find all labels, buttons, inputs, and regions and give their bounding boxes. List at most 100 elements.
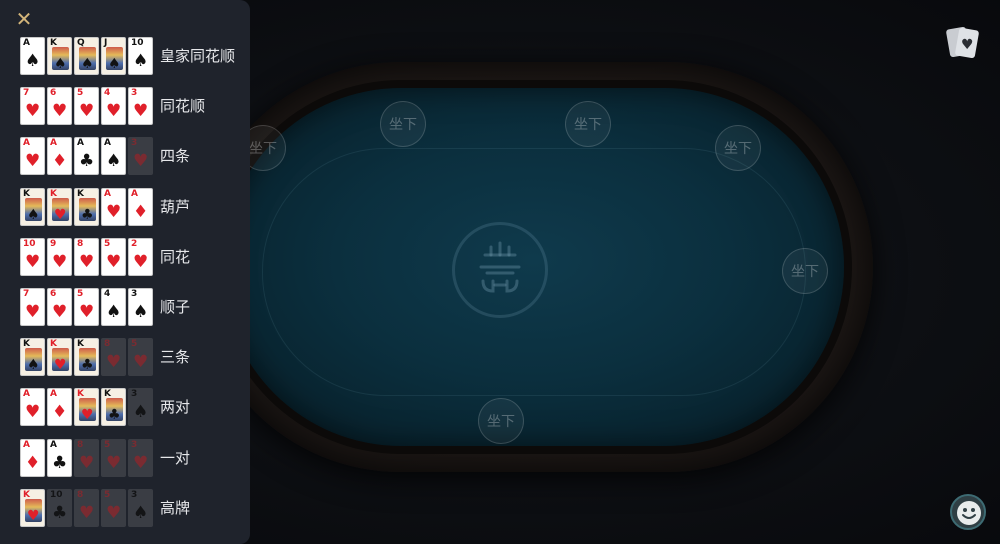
card-rank: A xyxy=(104,138,111,149)
card-suit-icon: ♥ xyxy=(79,101,95,122)
playing-card: Q ♠ xyxy=(74,37,99,75)
playing-card: 5 ♥ xyxy=(74,87,99,126)
card-suit-icon: ♦ xyxy=(52,151,68,172)
close-icon[interactable]: ✕ xyxy=(14,9,34,29)
card-suit-icon: ♥ xyxy=(133,352,149,373)
card-rank: K xyxy=(23,489,30,500)
card-suit-icon: ♦ xyxy=(52,402,68,423)
card-suit-icon: ♥ xyxy=(25,251,41,272)
hand-ranking-row: 7 ♥ 6 ♥ 5 ♥ 4 ♠ 3 ♠ 顺子 xyxy=(20,288,250,328)
card-rank: K xyxy=(50,38,57,48)
hand-ranking-row: 7 ♥ 6 ♥ 5 ♥ 4 ♥ 3 ♥ 同花顺 xyxy=(20,87,250,127)
seat-button[interactable]: 坐下 xyxy=(380,101,426,147)
card-rank: 8 xyxy=(77,489,84,500)
card-suit-icon: ♠ xyxy=(133,402,149,423)
playing-card: 10 ♣ xyxy=(47,488,72,527)
card-suit-icon: ♥ xyxy=(133,101,149,122)
cards-icon[interactable]: ♥ xyxy=(944,22,984,62)
hand-ranking-label: 同花 xyxy=(160,247,191,266)
card-suit-icon: ♥ xyxy=(52,302,68,322)
card-rank: 6 xyxy=(50,289,57,299)
card-rank: 4 xyxy=(104,88,111,99)
card-rank: K xyxy=(77,339,84,350)
hand-rankings-panel: ✕ A ♠ K ♠ Q ♠ J ♠ 10 ♠ 皇家同花顺 7 ♥ 6 ♥ 5 ♥ 4 ♥ 3 ♥ 同花顺 A ♥ A ♦ A ♣ A ♠ 3… xyxy=(0,0,250,544)
card-suit-icon: ♣ xyxy=(52,502,68,523)
seat-button[interactable]: 坐下 xyxy=(565,101,611,147)
smiley-icon[interactable] xyxy=(950,494,986,530)
card-rank: 8 xyxy=(77,439,84,450)
card-suit-icon: ♠ xyxy=(81,56,94,72)
card-suit-icon: ♥ xyxy=(79,502,95,523)
playing-card: 5 ♥ xyxy=(128,338,153,377)
card-rank: A xyxy=(23,138,30,149)
card-suit-icon: ♥ xyxy=(106,251,122,272)
seat-button[interactable]: 坐下 xyxy=(782,248,828,294)
playing-card: 4 ♠ xyxy=(101,288,126,326)
playing-card: A ♦ xyxy=(47,388,72,427)
playing-card: 3 ♠ xyxy=(128,488,153,527)
card-suit-icon: ♥ xyxy=(133,151,149,172)
card-suit-icon: ♥ xyxy=(25,302,41,322)
hand-ranking-label: 同花顺 xyxy=(160,97,206,116)
card-suit-icon: ♥ xyxy=(27,507,40,524)
card-suit-icon: ♥ xyxy=(54,357,67,374)
card-rank: K xyxy=(23,339,30,350)
card-suit-icon: ♥ xyxy=(54,206,67,223)
card-suit-icon: ♠ xyxy=(27,357,40,374)
playing-card: 3 ♠ xyxy=(128,288,153,326)
hand-ranking-label: 一对 xyxy=(160,448,191,467)
card-rank: K xyxy=(77,188,84,199)
card-rank: 3 xyxy=(131,389,138,400)
card-suit-icon: ♥ xyxy=(25,151,41,172)
playing-card: 8 ♥ xyxy=(101,338,126,377)
playing-card: A ♠ xyxy=(101,137,126,176)
card-rank: 5 xyxy=(77,289,84,299)
card-suit-icon: ♥ xyxy=(81,407,94,424)
card-rank: 3 xyxy=(131,289,138,299)
playing-card: 5 ♥ xyxy=(74,288,99,326)
card-rank: 3 xyxy=(131,439,138,450)
card-rank: K xyxy=(50,188,57,199)
hand-ranking-row: A ♠ K ♠ Q ♠ J ♠ 10 ♠ 皇家同花顺 xyxy=(20,37,250,77)
card-rank: K xyxy=(104,389,111,400)
playing-card: 8 ♥ xyxy=(74,237,99,276)
hand-ranking-row: K ♠ K ♥ K ♣ 8 ♥ 5 ♥ 三条 xyxy=(20,338,250,378)
playing-card: J ♠ xyxy=(101,37,126,75)
hand-ranking-row: 10 ♥ 9 ♥ 8 ♥ 5 ♥ 2 ♥ 同花 xyxy=(20,237,250,278)
card-rank: 8 xyxy=(104,339,111,350)
playing-card: A ♦ xyxy=(20,438,45,477)
playing-card: 5 ♥ xyxy=(101,438,126,477)
card-suit-icon: ♣ xyxy=(79,151,95,172)
playing-card: 7 ♥ xyxy=(20,87,45,126)
card-suit-icon: ♥ xyxy=(25,101,41,122)
seat-button[interactable]: 坐下 xyxy=(715,125,761,171)
card-rank: 7 xyxy=(23,289,30,299)
card-suit-icon: ♠ xyxy=(106,151,122,172)
card-rank: A xyxy=(131,188,138,199)
playing-card: K ♠ xyxy=(20,187,45,226)
card-suit-icon: ♣ xyxy=(81,206,94,223)
card-rank: A xyxy=(23,389,30,400)
card-suit-icon: ♦ xyxy=(133,201,149,222)
card-rank: Q xyxy=(77,38,85,48)
playing-card: 3 ♥ xyxy=(128,137,153,176)
playing-card: 3 ♠ xyxy=(128,388,153,427)
playing-card: K ♠ xyxy=(20,338,45,377)
card-rank: 3 xyxy=(131,138,138,149)
playing-card: 8 ♥ xyxy=(74,438,99,477)
playing-card: A ♠ xyxy=(20,37,45,75)
hand-ranking-row: K ♥ 10 ♣ 8 ♥ 5 ♥ 3 ♠ 高牌 xyxy=(20,488,250,529)
card-rank: 10 xyxy=(131,38,144,48)
seat-button[interactable]: 坐下 xyxy=(478,398,524,444)
card-suit-icon: ♠ xyxy=(27,206,40,223)
card-suit-icon: ♠ xyxy=(108,56,121,72)
playing-card: 5 ♥ xyxy=(101,488,126,527)
playing-card: 6 ♥ xyxy=(47,87,72,126)
card-rank: K xyxy=(77,389,84,400)
playing-card: 3 ♥ xyxy=(128,87,153,126)
hand-ranking-row: A ♦ A ♣ 8 ♥ 5 ♥ 3 ♥ 一对 xyxy=(20,438,250,479)
playing-card: 8 ♥ xyxy=(74,488,99,527)
playing-card: A ♥ xyxy=(20,137,45,176)
hand-ranking-row: A ♥ A ♦ K ♥ K ♣ 3 ♠ 两对 xyxy=(20,388,250,428)
card-rank: 2 xyxy=(131,238,138,249)
